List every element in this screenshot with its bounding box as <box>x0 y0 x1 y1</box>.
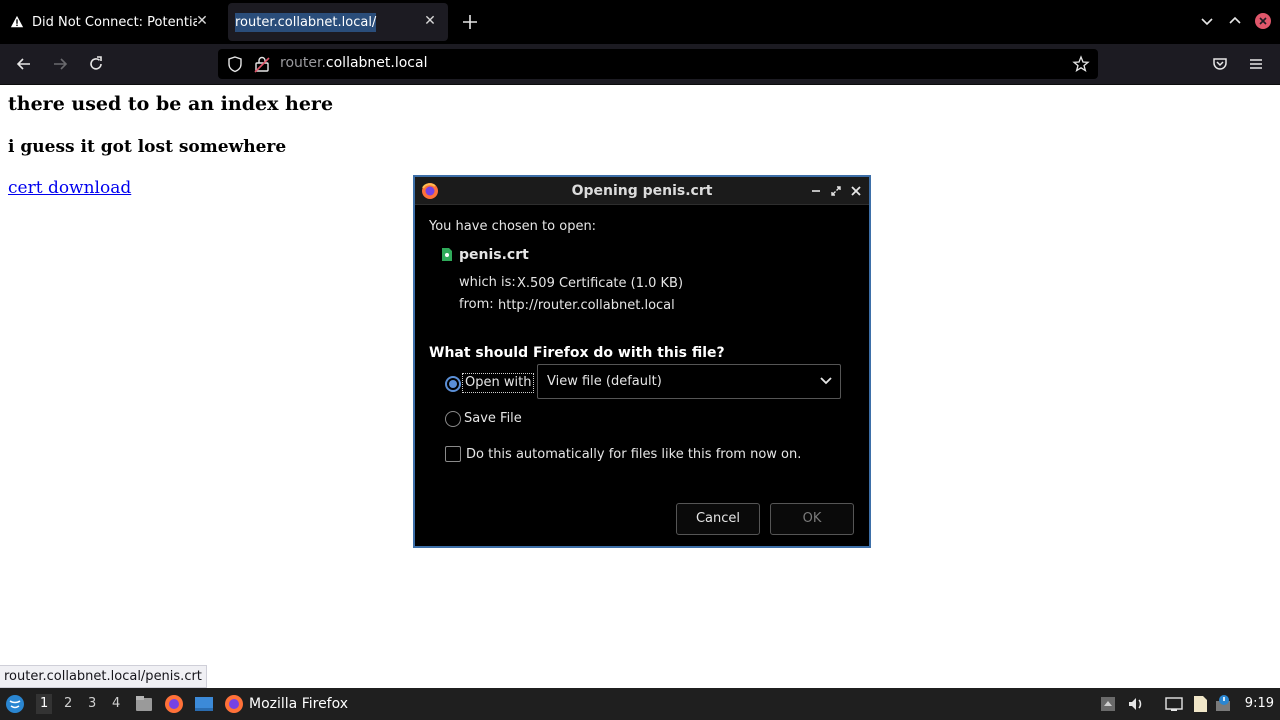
pocket-icon[interactable] <box>1210 54 1230 74</box>
intro-label: You have chosen to open: <box>429 219 597 234</box>
close-tab-icon[interactable]: ✕ <box>422 13 438 29</box>
url-text[interactable]: router.collabnet.local <box>280 55 427 71</box>
tab-title: router.collabnet.local/ <box>235 12 377 32</box>
tray-up-arrow-icon[interactable] <box>1098 694 1118 714</box>
tab-strip: Did Not Connect: Potential Security Issu… <box>0 0 1280 44</box>
taskbar: 1 2 3 4 Mozilla Firefox 9:19 <box>0 688 1280 720</box>
desktop-icon[interactable] <box>194 694 214 714</box>
forward-icon[interactable] <box>50 54 70 74</box>
navigation-toolbar: router.collabnet.local <box>0 44 1280 85</box>
page-heading: there used to be an index here <box>8 93 334 115</box>
save-file-label[interactable]: Save File <box>464 411 522 426</box>
dialog-close-icon[interactable] <box>849 184 863 198</box>
minimize-icon[interactable] <box>809 184 823 198</box>
reload-icon[interactable] <box>86 54 106 74</box>
which-is-label: which is: <box>459 275 516 290</box>
cancel-button[interactable]: Cancel <box>676 503 760 535</box>
auto-action-label[interactable]: Do this automatically for files like thi… <box>466 447 801 462</box>
firefox-launcher-icon[interactable] <box>164 694 184 714</box>
ok-button[interactable]: OK <box>770 503 854 535</box>
source-url-value: http://router.collabnet.local <box>498 298 675 313</box>
open-with-select[interactable]: View file (default) <box>537 364 841 399</box>
open-with-label[interactable]: Open with <box>462 373 535 393</box>
bookmark-star-icon[interactable] <box>1072 55 1090 73</box>
save-file-radio[interactable] <box>445 411 461 427</box>
taskbar-firefox-window[interactable]: Mozilla Firefox <box>224 688 348 720</box>
chevron-up-icon[interactable] <box>1226 12 1244 30</box>
close-tab-icon[interactable]: ✕ <box>194 13 210 29</box>
chevron-down-icon <box>820 377 832 385</box>
open-with-radio[interactable] <box>445 376 461 392</box>
page-subheading: i guess it got lost somewhere <box>8 137 287 157</box>
workspace-3[interactable]: 3 <box>88 696 96 711</box>
volume-icon[interactable] <box>1126 694 1146 714</box>
insecure-lock-icon[interactable] <box>254 55 270 73</box>
url-bar[interactable]: router.collabnet.local <box>218 49 1098 79</box>
window-close-icon[interactable] <box>1254 12 1272 30</box>
maximize-icon[interactable] <box>829 184 843 198</box>
action-question: What should Firefox do with this file? <box>429 345 725 361</box>
start-menu-icon[interactable] <box>5 694 25 714</box>
tracking-shield-icon[interactable] <box>226 55 244 73</box>
cert-download-link[interactable]: cert download <box>8 178 131 198</box>
certificate-file-icon <box>442 248 452 261</box>
tab-security-issue[interactable]: Did Not Connect: Potential Security Issu… <box>0 3 220 41</box>
taskbar-app-label: Mozilla Firefox <box>249 696 349 712</box>
tab-router[interactable]: router.collabnet.local/ ✕ <box>228 3 448 41</box>
file-type-value: X.509 Certificate (1.0 KB) <box>517 276 684 291</box>
warning-icon <box>10 15 24 28</box>
dialog-titlebar[interactable]: Opening penis.crt <box>415 177 869 205</box>
download-dialog: Opening penis.crt You have chosen to ope… <box>413 175 871 548</box>
firefox-icon <box>225 695 243 713</box>
workspace-1[interactable]: 1 <box>36 694 53 714</box>
clock: 9:19 <box>1244 696 1274 711</box>
updates-notification-icon[interactable] <box>1214 694 1234 714</box>
file-manager-icon[interactable] <box>134 694 154 714</box>
back-icon[interactable] <box>14 54 34 74</box>
chevron-down-icon[interactable] <box>1198 12 1216 30</box>
network-icon[interactable] <box>1164 694 1184 714</box>
from-label: from: <box>459 297 494 312</box>
workspace-2[interactable]: 2 <box>64 696 72 711</box>
menu-hamburger-icon[interactable] <box>1246 54 1266 74</box>
clipboard-icon[interactable] <box>1190 694 1210 714</box>
new-tab-icon[interactable] <box>458 10 482 34</box>
workspace-4[interactable]: 4 <box>112 696 120 711</box>
tab-title: Did Not Connect: Potential Security Issu… <box>32 14 197 30</box>
link-status-popup: router.collabnet.local/penis.crt <box>0 665 207 688</box>
open-with-selected-value: View file (default) <box>547 374 662 389</box>
auto-action-checkbox[interactable] <box>445 446 461 462</box>
file-name: penis.crt <box>459 247 529 263</box>
dialog-title: Opening penis.crt <box>571 183 713 199</box>
